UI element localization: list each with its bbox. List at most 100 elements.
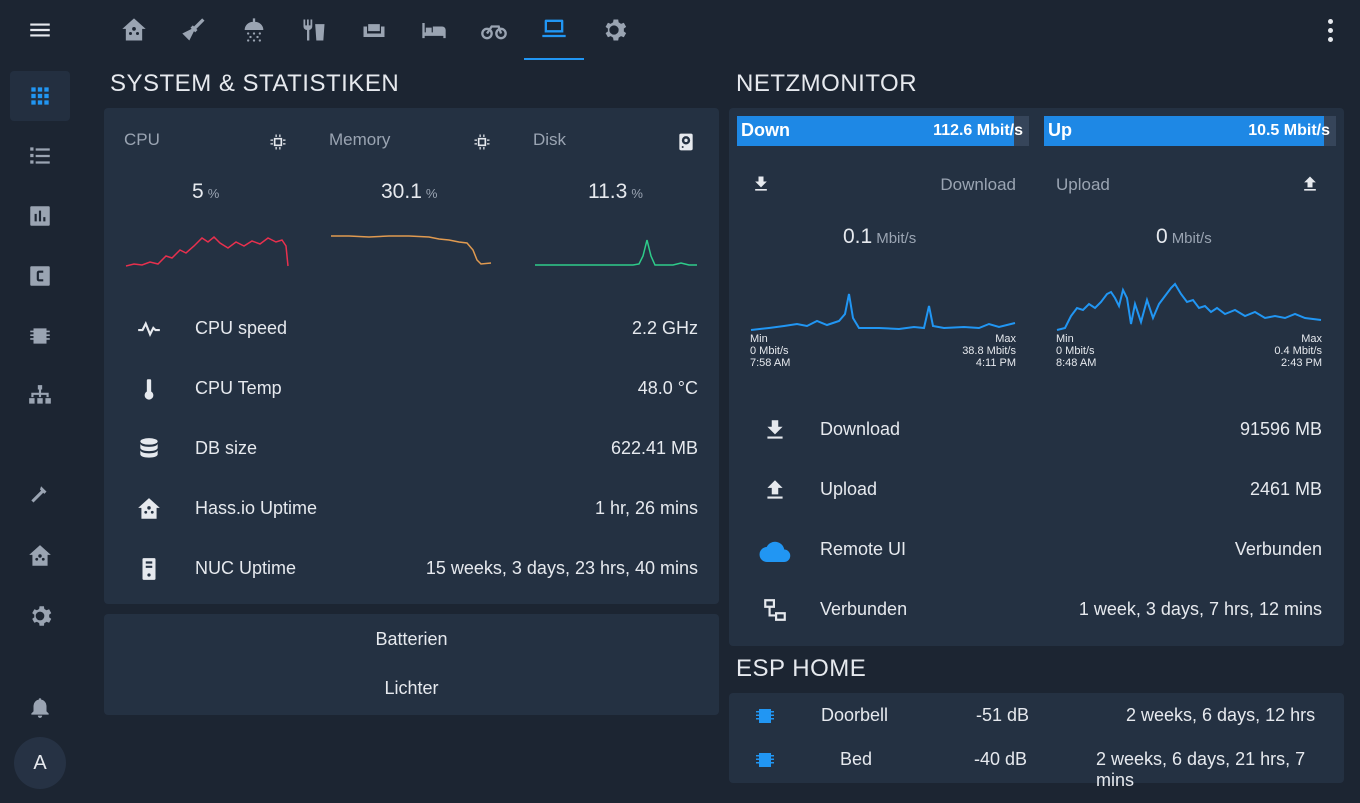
download-min: Min 0 Mbit/s 7:58 AM [750, 333, 791, 369]
nuc-uptime-label: NUC Uptime [195, 558, 297, 578]
chip-icon [756, 709, 774, 723]
memory-value: 30.1% [381, 180, 438, 203]
connected-value: 1 week, 3 days, 7 hrs, 12 mins [1078, 599, 1322, 619]
hassio-uptime-value: 1 hr, 26 mins [594, 498, 698, 518]
avatar[interactable]: A [14, 737, 66, 789]
system-title: SYSTEM & STATISTIKEN [110, 70, 400, 97]
format-list-icon [30, 147, 50, 164]
memory-label: Memory [329, 130, 391, 149]
upload-icon [1304, 176, 1316, 191]
download-icon [755, 176, 767, 191]
download-max: Max 38.8 Mbit/s 4:11 PM [962, 333, 1016, 369]
tab-bathroom[interactable] [224, 0, 284, 60]
laptop-icon [542, 19, 566, 38]
upload-total-label: Upload [820, 479, 878, 499]
download-value: 0.1 Mbit/s [843, 225, 917, 248]
view-dashboard-icon [31, 87, 49, 105]
nuc-uptime-value: 15 weeks, 3 days, 23 hrs, 40 mins [425, 558, 698, 578]
cpu-value: 5% [192, 180, 220, 203]
download-sparkline [750, 293, 1016, 331]
hammer-icon [31, 486, 47, 503]
sidebar-item-history[interactable] [10, 191, 70, 241]
esp-doorbell-signal: -51 dB [976, 705, 1030, 725]
up-bar-value: 10.5 Mbit/s [1248, 122, 1330, 139]
upload-sparkline [1056, 282, 1322, 331]
sidebar-item-settings[interactable] [10, 591, 70, 641]
more-options-button[interactable] [1318, 14, 1342, 46]
up-bar-label: Up [1048, 120, 1072, 140]
harddisk-icon [679, 133, 693, 151]
links-card: Batterien Lichter [104, 614, 719, 715]
tab-living-room[interactable] [344, 0, 404, 60]
memory-sparkline [331, 235, 492, 265]
lights-button[interactable]: Lichter [104, 678, 719, 699]
remote-ui-value: Verbunden [1234, 539, 1322, 559]
home-assistant-icon [138, 498, 160, 519]
net-title: NETZMONITOR [736, 70, 918, 97]
connected-label: Verbunden [820, 599, 908, 619]
menu-button[interactable] [10, 5, 70, 55]
sidebar-item-network[interactable] [10, 371, 70, 421]
tab-home[interactable] [104, 0, 164, 60]
gear-icon [605, 19, 627, 41]
esp-bed-name: Bed [840, 749, 873, 769]
sidebar-item-esphome[interactable] [10, 311, 70, 361]
up-bar: Up 10.5 Mbit/s [1044, 116, 1336, 146]
esp-doorbell-name: Doorbell [821, 705, 889, 725]
sidebar-item-configurator[interactable] [10, 251, 70, 301]
down-bar: Down 112.6 Mbit/s [737, 116, 1029, 146]
tab-cleaning[interactable] [164, 0, 224, 60]
menu-icon [30, 23, 50, 37]
upload-total-value: 2461 MB [1249, 479, 1322, 499]
cpu-label: CPU [124, 130, 160, 149]
sidebar-item-overview[interactable] [10, 71, 70, 121]
upload-value: 0 Mbit/s [1156, 225, 1212, 248]
thermometer-icon [144, 379, 154, 400]
database-icon [140, 438, 158, 458]
dots-vertical-icon [1327, 18, 1333, 24]
broom-icon [182, 18, 205, 41]
tab-kitchen[interactable] [284, 0, 344, 60]
cpu-speed-label: CPU speed [195, 318, 288, 338]
esp-title: ESP HOME [736, 655, 867, 682]
upload-label: Upload [1056, 175, 1110, 194]
sidebar-item-developer-tools[interactable] [10, 471, 70, 521]
cloud-icon [759, 541, 791, 563]
notifications-button[interactable] [10, 682, 70, 732]
home-assistant-icon [29, 545, 51, 566]
esp-doorbell-uptime: 2 weeks, 6 days, 12 hrs [1126, 705, 1316, 725]
disk-label: Disk [533, 130, 567, 149]
sitemap-icon [29, 385, 51, 404]
db-size-value: 622.41 MB [610, 438, 698, 458]
bell-icon [31, 698, 49, 718]
esp-card: Doorbell -51 dB 2 weeks, 6 days, 12 hrs … [729, 693, 1344, 790]
download-label: Download [940, 175, 1016, 194]
bed-icon [422, 23, 446, 39]
upload-icon [767, 480, 783, 499]
system-card: CPU 5% Memory 30.1% Disk 11.3% CPU speed… [104, 108, 719, 604]
batteries-button[interactable]: Batterien [104, 629, 719, 650]
chip-icon [30, 328, 50, 344]
download-total-label: Download [820, 419, 901, 439]
chip-icon [270, 134, 286, 150]
tab-settings[interactable] [584, 0, 644, 60]
chip-icon [756, 753, 774, 767]
db-size-label: DB size [195, 438, 258, 458]
disk-sparkline [535, 239, 697, 266]
sidebar-item-supervisor[interactable] [10, 531, 70, 581]
download-total-value: 91596 MB [1239, 419, 1322, 439]
down-bar-label: Down [741, 120, 790, 140]
down-bar-value: 112.6 Mbit/s [933, 122, 1023, 139]
cpu-speed-value: 2.2 GHz [631, 318, 698, 338]
chip-icon [474, 134, 490, 150]
tab-bedroom[interactable] [404, 0, 464, 60]
tab-mobility[interactable] [464, 0, 524, 60]
cpu-temp-value: 48.0 °C [637, 378, 698, 398]
alpha-c-box-icon [30, 266, 50, 286]
sidebar-item-logbook[interactable] [10, 131, 70, 181]
tab-system[interactable] [524, 0, 584, 60]
lan-connect-icon [764, 599, 786, 621]
gear-icon [32, 606, 52, 626]
esp-bed-signal: -40 dB [974, 749, 1028, 769]
disk-value: 11.3% [588, 180, 643, 203]
